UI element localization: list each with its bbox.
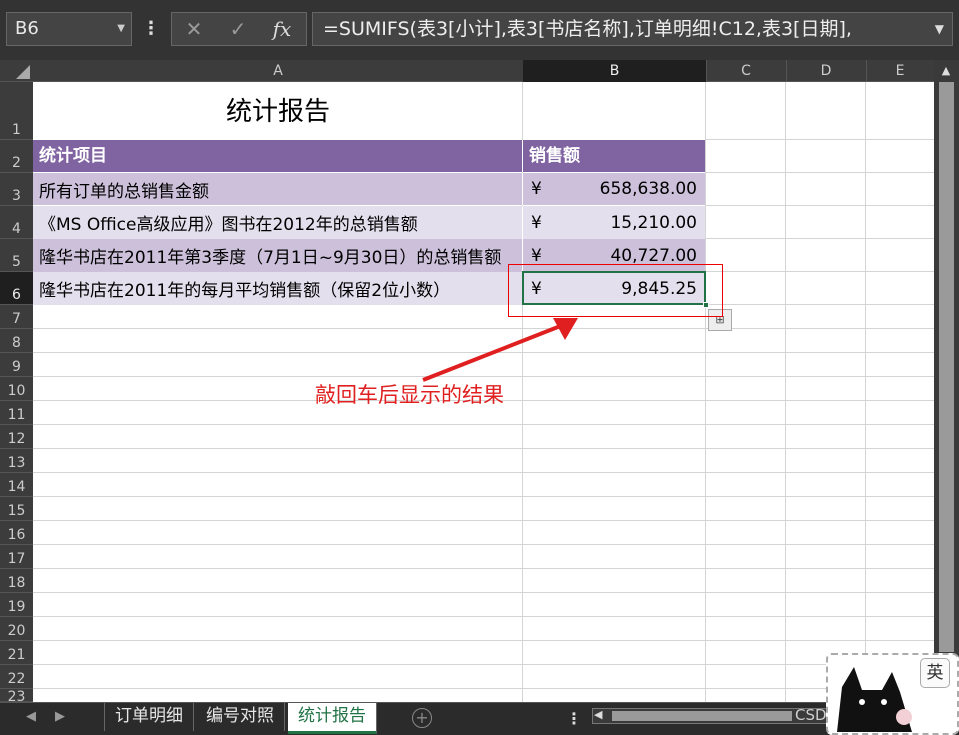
row-header[interactable]: 3 bbox=[0, 173, 33, 206]
tab-code-lookup[interactable]: 编号对照 bbox=[196, 703, 285, 731]
row-header[interactable]: 5 bbox=[0, 239, 33, 272]
formula-buttons: ✕ ✓ fx bbox=[171, 12, 307, 46]
tab-split-handle[interactable]: ⋮ bbox=[566, 709, 582, 728]
item-value-cell[interactable]: ¥ 15,210.00 bbox=[522, 206, 705, 239]
row-header[interactable]: 13 bbox=[0, 449, 33, 473]
item-label[interactable]: 所有订单的总销售金额 bbox=[33, 173, 522, 205]
formula-input[interactable]: =SUMIFS(表3[小计],表3[书店名称],订单明细!C12,表3[日期],… bbox=[312, 12, 953, 46]
add-sheet-icon[interactable]: + bbox=[412, 708, 432, 728]
item-value: 15,210.00 bbox=[610, 212, 697, 233]
row-header[interactable]: 21 bbox=[0, 641, 33, 665]
formula-bar-more-icon[interactable]: ⋮ bbox=[141, 14, 161, 44]
item-value: 40,727.00 bbox=[610, 245, 697, 266]
row-header[interactable]: 17 bbox=[0, 545, 33, 569]
insert-function-icon[interactable]: fx bbox=[264, 13, 300, 45]
row-header[interactable]: 1 bbox=[0, 82, 33, 140]
row-header[interactable]: 22 bbox=[0, 665, 33, 689]
enter-icon[interactable]: ✓ bbox=[220, 13, 256, 45]
cancel-icon[interactable]: ✕ bbox=[176, 13, 212, 45]
row-header[interactable]: 14 bbox=[0, 473, 33, 497]
row-header[interactable]: 18 bbox=[0, 569, 33, 593]
tab-order-details[interactable]: 订单明细 bbox=[104, 703, 194, 731]
header-amount[interactable]: 销售额 bbox=[522, 140, 705, 172]
row-header[interactable]: 6 bbox=[0, 272, 33, 305]
row-header[interactable]: 11 bbox=[0, 401, 33, 425]
column-header-c[interactable]: C bbox=[706, 60, 787, 82]
row-header[interactable]: 16 bbox=[0, 521, 33, 545]
ime-language-toggle[interactable]: 英 bbox=[920, 658, 950, 688]
prev-sheet-icon[interactable]: ◀ bbox=[26, 709, 36, 724]
formula-expand-icon[interactable]: ▼ bbox=[935, 13, 944, 45]
row-header[interactable]: 12 bbox=[0, 425, 33, 449]
item-label[interactable]: 《MS Office高级应用》图书在2012年的总销售额 bbox=[33, 206, 522, 239]
currency-symbol: ¥ bbox=[531, 212, 542, 233]
scroll-left-icon[interactable]: ◀ bbox=[594, 708, 602, 721]
name-box-dropdown-icon[interactable]: ▼ bbox=[117, 13, 125, 45]
row-header[interactable]: 8 bbox=[0, 329, 33, 353]
column-headers: A B C D E bbox=[0, 60, 934, 84]
header-item[interactable]: 统计项目 bbox=[33, 140, 522, 172]
column-header-e[interactable]: E bbox=[866, 60, 934, 82]
tab-stats-report[interactable]: 统计报告 bbox=[288, 703, 377, 734]
item-label[interactable]: 隆华书店在2011年的每月平均销售额（保留2位小数） bbox=[33, 272, 522, 305]
currency-symbol: ¥ bbox=[531, 245, 542, 266]
worksheet-grid[interactable]: 统计报告 统计项目 销售额 所有订单的总销售金额 ¥ 658,638.00 《M… bbox=[33, 82, 934, 702]
column-header-d[interactable]: D bbox=[786, 60, 867, 82]
row-header[interactable]: 20 bbox=[0, 617, 33, 641]
annotation-arrow-icon bbox=[422, 318, 578, 382]
name-box-value: B6 bbox=[15, 18, 39, 39]
row-headers: 1 2 3 4 5 6 7 8 9 10 11 12 13 14 15 16 1… bbox=[0, 82, 33, 702]
item-value: 658,638.00 bbox=[599, 179, 697, 199]
row-header[interactable]: 4 bbox=[0, 206, 33, 239]
row-header[interactable]: 10 bbox=[0, 377, 33, 401]
currency-symbol: ¥ bbox=[531, 179, 542, 199]
row-header[interactable]: 23 bbox=[0, 689, 33, 702]
vertical-scroll-thumb[interactable] bbox=[939, 82, 954, 652]
row-header[interactable]: 19 bbox=[0, 593, 33, 617]
row-header[interactable]: 7 bbox=[0, 305, 33, 329]
cat-mascot-icon bbox=[837, 667, 912, 732]
next-sheet-icon[interactable]: ▶ bbox=[55, 709, 65, 724]
item-label[interactable]: 隆华书店在2011年第3季度（7月1日~9月30日）的总销售额 bbox=[33, 239, 522, 272]
row-header[interactable]: 15 bbox=[0, 497, 33, 521]
column-header-b[interactable]: B bbox=[523, 60, 707, 84]
select-all-button[interactable] bbox=[0, 60, 33, 82]
horizontal-scroll-thumb[interactable] bbox=[612, 711, 792, 721]
item-value-cell[interactable]: ¥ 658,638.00 bbox=[522, 173, 705, 205]
row-header[interactable]: 9 bbox=[0, 353, 33, 377]
report-title[interactable]: 统计报告 bbox=[33, 82, 523, 140]
scroll-up-icon[interactable]: ▲ bbox=[936, 62, 956, 80]
name-box[interactable]: B6 ▼ bbox=[6, 12, 132, 46]
column-header-a[interactable]: A bbox=[33, 60, 524, 82]
annotation-text: 敲回车后显示的结果 bbox=[315, 383, 504, 407]
row-header[interactable]: 2 bbox=[0, 140, 33, 173]
formula-text: =SUMIFS(表3[小计],表3[书店名称],订单明细!C12,表3[日期], bbox=[323, 18, 852, 40]
